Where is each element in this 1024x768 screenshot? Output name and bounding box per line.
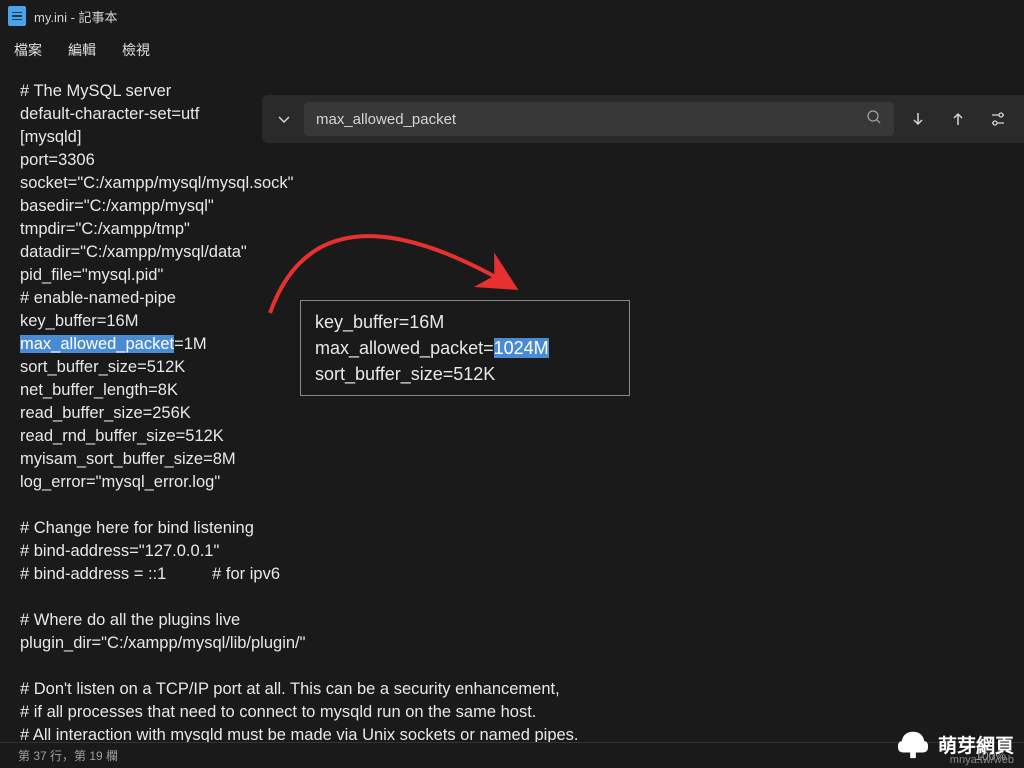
text-line: # if all processes that need to connect … — [20, 701, 1004, 724]
find-bar — [262, 95, 1024, 143]
text-line — [20, 494, 1004, 517]
window-title: my.ini - 記事本 — [34, 7, 118, 26]
menu-view[interactable]: 檢視 — [122, 40, 150, 60]
arrow-down-icon — [909, 110, 927, 128]
find-options-button[interactable] — [982, 103, 1014, 135]
callout-line: max_allowed_packet=1024M — [315, 335, 615, 361]
watermark-url: mnya.tw/web — [950, 754, 1014, 766]
text-line — [20, 655, 1004, 678]
search-icon[interactable] — [866, 109, 882, 130]
statusbar: 第 37 行，第 19 欄 100% — [0, 742, 1024, 768]
arrow-up-icon — [949, 110, 967, 128]
text-line: read_buffer_size=256K — [20, 402, 1004, 425]
menubar: 檔案 編輯 檢視 — [0, 32, 1024, 68]
find-prev-button[interactable] — [942, 103, 974, 135]
text-line: # bind-address="127.0.0.1" — [20, 540, 1004, 563]
text-line: datadir="C:/xampp/mysql/data" — [20, 241, 1004, 264]
chevron-down-icon — [277, 112, 291, 126]
text-line: # bind-address = ::1 # for ipv6 — [20, 563, 1004, 586]
text-line: log_error="mysql_error.log" — [20, 471, 1004, 494]
find-input[interactable] — [316, 111, 866, 128]
text-line: tmpdir="C:/xampp/tmp" — [20, 218, 1004, 241]
text-line: basedir="C:/xampp/mysql" — [20, 195, 1004, 218]
menu-edit[interactable]: 編輯 — [68, 40, 96, 60]
callout-line: sort_buffer_size=512K — [315, 361, 615, 387]
notepad-icon — [8, 6, 26, 26]
find-expand-button[interactable] — [272, 107, 296, 131]
text-line: socket="C:/xampp/mysql/mysql.sock" — [20, 172, 1004, 195]
text-editor-content[interactable]: # The MySQL serverdefault-character-set=… — [0, 68, 1024, 759]
text-line: # Don't listen on a TCP/IP port at all. … — [20, 678, 1004, 701]
text-line: # Change here for bind listening — [20, 517, 1004, 540]
find-next-button[interactable] — [902, 103, 934, 135]
menu-file[interactable]: 檔案 — [14, 40, 42, 60]
find-input-container — [304, 102, 894, 136]
text-line: port=3306 — [20, 149, 1004, 172]
titlebar: my.ini - 記事本 — [0, 0, 1024, 32]
callout-box: key_buffer=16M max_allowed_packet=1024M … — [300, 300, 630, 396]
settings-icon — [989, 110, 1007, 128]
text-line — [20, 586, 1004, 609]
text-line: plugin_dir="C:/xampp/mysql/lib/plugin/" — [20, 632, 1004, 655]
search-match-highlight: max_allowed_packet — [20, 335, 174, 353]
watermark-logo-icon — [894, 728, 932, 760]
text-line: # Where do all the plugins live — [20, 609, 1004, 632]
text-line: myisam_sort_buffer_size=8M — [20, 448, 1004, 471]
callout-highlight: 1024M — [494, 338, 549, 358]
status-cursor-position: 第 37 行，第 19 欄 — [18, 747, 118, 764]
text-line: pid_file="mysql.pid" — [20, 264, 1004, 287]
text-line: read_rnd_buffer_size=512K — [20, 425, 1004, 448]
callout-line: key_buffer=16M — [315, 309, 615, 335]
